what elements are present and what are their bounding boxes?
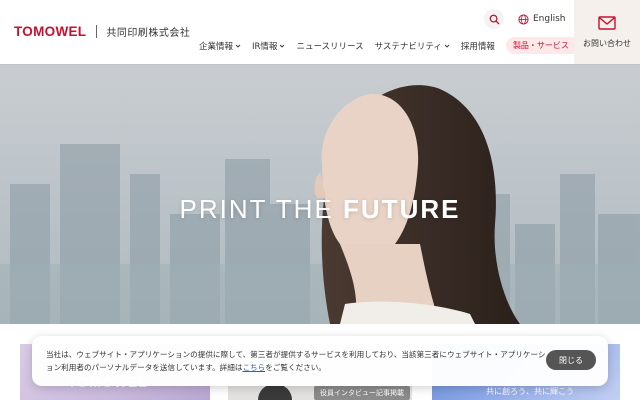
- search-button[interactable]: [484, 9, 504, 29]
- products-services-label: 製品・サービス: [512, 41, 569, 50]
- site-header: TOMOWEL 共同印刷株式会社 English 企業情報 IR情報 ニュースリ…: [0, 0, 640, 64]
- nav-item-label: サステナビリティ: [374, 41, 442, 52]
- logo-divider: [96, 25, 98, 38]
- cookie-banner: 当社は、ウェブサイト・アプリケーションの提供に際して、第三者が提供するサービスを…: [32, 336, 608, 386]
- hero-banner: PRINT THE FUTURE: [0, 64, 640, 324]
- nav-item-ir[interactable]: IR情報: [252, 40, 285, 52]
- globe-icon: [518, 13, 529, 25]
- nav-item-corporate[interactable]: 企業情報: [199, 40, 241, 52]
- nav-item-label: ニュースリリース: [296, 41, 364, 52]
- company-name: 共同印刷株式会社: [106, 28, 191, 39]
- interview-photo: [258, 384, 292, 400]
- chevron-down-icon: [235, 44, 241, 48]
- logo[interactable]: TOMOWEL 共同印刷株式会社: [14, 24, 190, 39]
- nav-item-sustainability[interactable]: サステナビリティ: [375, 40, 450, 52]
- cookie-message: 当社は、ウェブサイト・アプリケーションの提供に際して、第三者が提供するサービスを…: [46, 348, 546, 374]
- hero-title-light: PRINT THE: [179, 194, 344, 224]
- nav-item-label: 企業情報: [199, 41, 234, 52]
- contact-label: お問い合わせ: [583, 38, 631, 48]
- interview-tag: 役員インタビュー記事掲載: [314, 386, 410, 400]
- chevron-down-icon: [444, 44, 450, 48]
- chevron-down-icon: [280, 44, 285, 48]
- hero-title: PRINT THE FUTURE: [0, 194, 640, 225]
- feature-card-campaign-text: 共に創ろう、共に輝こう: [486, 387, 574, 396]
- language-label: English: [533, 14, 566, 24]
- contact-button[interactable]: お問い合わせ: [574, 0, 640, 64]
- search-icon: [489, 14, 499, 24]
- hero-title-bold: FUTURE: [343, 194, 461, 224]
- language-switch[interactable]: English: [518, 13, 566, 25]
- utility-bar: English: [484, 9, 566, 29]
- cookie-details-link[interactable]: こちら: [242, 363, 265, 372]
- nav-item-label: 採用情報: [460, 41, 495, 52]
- mail-icon: [598, 15, 616, 30]
- nav-item-label: IR情報: [252, 41, 278, 52]
- cookie-close-button[interactable]: 閉じる: [546, 350, 596, 370]
- main-nav: 企業情報 IR情報 ニュースリリース サステナビリティ 採用情報 製品・サービス: [199, 37, 587, 54]
- nav-item-news[interactable]: ニュースリリース: [296, 40, 363, 52]
- nav-item-recruit[interactable]: 採用情報: [461, 40, 495, 52]
- logo-wordmark: TOMOWEL: [14, 24, 87, 39]
- cookie-text-after: をご覧ください。: [265, 363, 326, 372]
